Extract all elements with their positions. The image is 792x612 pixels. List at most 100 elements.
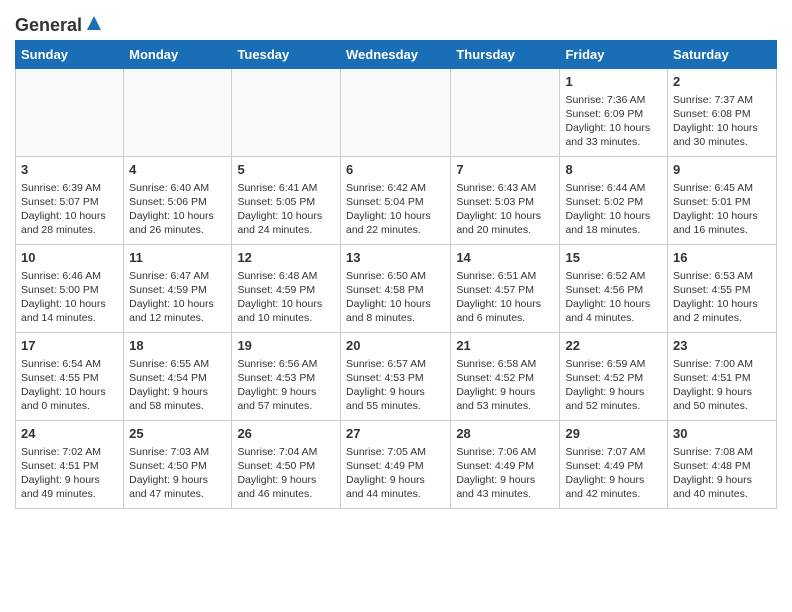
calendar-cell: 1 Sunrise: 7:36 AMSunset: 6:09 PMDaylight… <box>560 69 668 157</box>
day-info: Sunrise: 7:02 AMSunset: 4:51 PMDaylight:… <box>21 445 118 502</box>
day-info: Sunrise: 6:50 AMSunset: 4:58 PMDaylight:… <box>346 269 445 326</box>
day-number: 5 <box>237 161 335 179</box>
day-info: Sunrise: 6:39 AMSunset: 5:07 PMDaylight:… <box>21 181 118 238</box>
day-info: Sunrise: 6:58 AMSunset: 4:52 PMDaylight:… <box>456 357 554 414</box>
day-number: 20 <box>346 337 445 355</box>
calendar-cell: 4 Sunrise: 6:40 AMSunset: 5:06 PMDaylight… <box>124 157 232 245</box>
day-info: Sunrise: 7:06 AMSunset: 4:49 PMDaylight:… <box>456 445 554 502</box>
day-info: Sunrise: 6:42 AMSunset: 5:04 PMDaylight:… <box>346 181 445 238</box>
logo-general: General <box>15 16 82 34</box>
day-number: 24 <box>21 425 118 443</box>
day-info: Sunrise: 6:43 AMSunset: 5:03 PMDaylight:… <box>456 181 554 238</box>
calendar-cell: 18 Sunrise: 6:55 AMSunset: 4:54 PMDayligh… <box>124 333 232 421</box>
week-row: 10Sunrise: 6:46 AMSunset: 5:00 PMDayligh… <box>16 245 777 333</box>
calendar: SundayMondayTuesdayWednesdayThursdayFrid… <box>15 40 777 509</box>
day-info: Sunrise: 7:04 AMSunset: 4:50 PMDaylight:… <box>237 445 335 502</box>
day-number: 15 <box>565 249 662 267</box>
day-number: 26 <box>237 425 335 443</box>
day-number: 21 <box>456 337 554 355</box>
day-info: Sunrise: 7:37 AMSunset: 6:08 PMDaylight:… <box>673 93 771 150</box>
day-info: Sunrise: 6:56 AMSunset: 4:53 PMDaylight:… <box>237 357 335 414</box>
day-info: Sunrise: 6:40 AMSunset: 5:06 PMDaylight:… <box>129 181 226 238</box>
weekday-header: Monday <box>124 41 232 69</box>
day-info: Sunrise: 6:52 AMSunset: 4:56 PMDaylight:… <box>565 269 662 326</box>
day-number: 30 <box>673 425 771 443</box>
day-info: Sunrise: 6:44 AMSunset: 5:02 PMDaylight:… <box>565 181 662 238</box>
day-info: Sunrise: 6:41 AMSunset: 5:05 PMDaylight:… <box>237 181 335 238</box>
day-number: 7 <box>456 161 554 179</box>
day-number: 4 <box>129 161 226 179</box>
calendar-cell: 19 Sunrise: 6:56 AMSunset: 4:53 PMDayligh… <box>232 333 341 421</box>
day-number: 29 <box>565 425 662 443</box>
logo-block: General <box>15 16 105 32</box>
weekday-header: Tuesday <box>232 41 341 69</box>
day-info: Sunrise: 6:45 AMSunset: 5:01 PMDaylight:… <box>673 181 771 238</box>
day-info: Sunrise: 7:08 AMSunset: 4:48 PMDaylight:… <box>673 445 771 502</box>
calendar-cell: 2 Sunrise: 7:37 AMSunset: 6:08 PMDaylight… <box>668 69 777 157</box>
calendar-cell: 15 Sunrise: 6:52 AMSunset: 4:56 PMDayligh… <box>560 245 668 333</box>
week-row: 24 Sunrise: 7:02 AMSunset: 4:51 PMDayligh… <box>16 421 777 509</box>
calendar-cell <box>451 69 560 157</box>
day-number: 28 <box>456 425 554 443</box>
day-info: Sunrise: 6:55 AMSunset: 4:54 PMDaylight:… <box>129 357 226 414</box>
day-number: 6 <box>346 161 445 179</box>
day-info: Sunrise: 7:03 AMSunset: 4:50 PMDaylight:… <box>129 445 226 502</box>
day-number: 14 <box>456 249 554 267</box>
day-info: Sunrise: 6:54 AMSunset: 4:55 PMDaylight:… <box>21 357 118 414</box>
day-number: 12 <box>237 249 335 267</box>
weekday-header: Saturday <box>668 41 777 69</box>
calendar-cell: 29 Sunrise: 7:07 AMSunset: 4:49 PMDayligh… <box>560 421 668 509</box>
day-info: Sunrise: 6:47 AMSunset: 4:59 PMDaylight:… <box>129 269 226 326</box>
logo: General <box>15 10 105 32</box>
calendar-cell: 5 Sunrise: 6:41 AMSunset: 5:05 PMDaylight… <box>232 157 341 245</box>
calendar-cell: 10Sunrise: 6:46 AMSunset: 5:00 PMDayligh… <box>16 245 124 333</box>
calendar-cell: 23 Sunrise: 7:00 AMSunset: 4:51 PMDayligh… <box>668 333 777 421</box>
day-info: Sunrise: 6:53 AMSunset: 4:55 PMDaylight:… <box>673 269 771 326</box>
day-number: 2 <box>673 73 771 91</box>
weekday-header: Friday <box>560 41 668 69</box>
day-info: Sunrise: 7:00 AMSunset: 4:51 PMDaylight:… <box>673 357 771 414</box>
calendar-cell: 22Sunrise: 6:59 AMSunset: 4:52 PMDayligh… <box>560 333 668 421</box>
calendar-cell: 24 Sunrise: 7:02 AMSunset: 4:51 PMDayligh… <box>16 421 124 509</box>
calendar-cell: 26 Sunrise: 7:04 AMSunset: 4:50 PMDayligh… <box>232 421 341 509</box>
calendar-cell: 8 Sunrise: 6:44 AMSunset: 5:02 PMDaylight… <box>560 157 668 245</box>
day-number: 19 <box>237 337 335 355</box>
calendar-cell: 27 Sunrise: 7:05 AMSunset: 4:49 PMDayligh… <box>340 421 450 509</box>
day-info: Sunrise: 7:36 AMSunset: 6:09 PMDaylight:… <box>565 93 662 150</box>
day-number: 27 <box>346 425 445 443</box>
calendar-cell: 30 Sunrise: 7:08 AMSunset: 4:48 PMDayligh… <box>668 421 777 509</box>
calendar-cell: 12 Sunrise: 6:48 AMSunset: 4:59 PMDayligh… <box>232 245 341 333</box>
page: General SundayMondayTuesdayWednesdayThur… <box>0 0 792 524</box>
logo-triangle-icon <box>83 12 105 34</box>
day-info: Sunrise: 7:07 AMSunset: 4:49 PMDaylight:… <box>565 445 662 502</box>
day-number: 3 <box>21 161 118 179</box>
calendar-cell <box>124 69 232 157</box>
day-number: 13 <box>346 249 445 267</box>
calendar-cell: 3 Sunrise: 6:39 AMSunset: 5:07 PMDaylight… <box>16 157 124 245</box>
weekday-header: Thursday <box>451 41 560 69</box>
day-number: 23 <box>673 337 771 355</box>
week-row: 17 Sunrise: 6:54 AMSunset: 4:55 PMDayligh… <box>16 333 777 421</box>
day-number: 11 <box>129 249 226 267</box>
day-number: 16 <box>673 249 771 267</box>
calendar-cell: 7 Sunrise: 6:43 AMSunset: 5:03 PMDaylight… <box>451 157 560 245</box>
calendar-cell <box>232 69 341 157</box>
day-number: 1 <box>565 73 662 91</box>
weekday-header: Sunday <box>16 41 124 69</box>
calendar-cell <box>16 69 124 157</box>
weekday-header-row: SundayMondayTuesdayWednesdayThursdayFrid… <box>16 41 777 69</box>
week-row: 1 Sunrise: 7:36 AMSunset: 6:09 PMDaylight… <box>16 69 777 157</box>
day-info: Sunrise: 6:46 AMSunset: 5:00 PMDaylight:… <box>21 269 118 326</box>
calendar-cell: 16 Sunrise: 6:53 AMSunset: 4:55 PMDayligh… <box>668 245 777 333</box>
day-info: Sunrise: 6:57 AMSunset: 4:53 PMDaylight:… <box>346 357 445 414</box>
day-number: 18 <box>129 337 226 355</box>
day-number: 8 <box>565 161 662 179</box>
day-info: Sunrise: 7:05 AMSunset: 4:49 PMDaylight:… <box>346 445 445 502</box>
day-info: Sunrise: 6:48 AMSunset: 4:59 PMDaylight:… <box>237 269 335 326</box>
calendar-cell: 17 Sunrise: 6:54 AMSunset: 4:55 PMDayligh… <box>16 333 124 421</box>
calendar-cell: 20 Sunrise: 6:57 AMSunset: 4:53 PMDayligh… <box>340 333 450 421</box>
calendar-cell: 14Sunrise: 6:51 AMSunset: 4:57 PMDayligh… <box>451 245 560 333</box>
calendar-cell <box>340 69 450 157</box>
day-number: 17 <box>21 337 118 355</box>
weekday-header: Wednesday <box>340 41 450 69</box>
